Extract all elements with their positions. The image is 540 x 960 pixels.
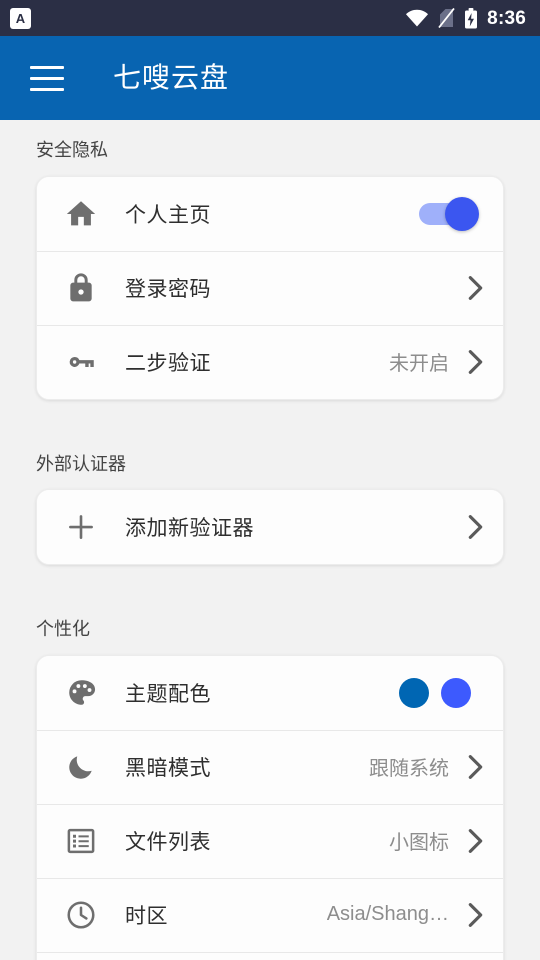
settings-row-value: 小图标 [389,832,449,855]
section-title-security: 安全隐私 [36,140,108,160]
settings-row-value: 跟随系统 [369,758,449,781]
status-bar-indicators: 8:36 [405,7,526,29]
app-bar: 七嗖云盘 [0,36,540,120]
home-icon [37,197,125,231]
chevron-right-icon [465,349,485,375]
status-bar: A 8:36 [0,0,540,36]
list-icon [37,826,125,856]
key-icon [37,345,125,379]
theme-color-dots [399,677,471,708]
personal-homepage-toggle[interactable] [419,196,479,231]
app-notification-icon: A [10,7,31,29]
settings-content[interactable]: 安全隐私 个人主页 登录密码 二步验证 未开启 外部认证器 添加新验证器 个性化… [0,120,540,960]
settings-row-two-step-verification[interactable]: 二步验证 未开启 [37,324,503,399]
theme-color-swatch-accent[interactable] [441,677,471,708]
settings-card-external-authenticator: 添加新验证器 [36,489,504,566]
settings-row-theme-color[interactable]: 主题配色 [37,655,503,730]
section-title-external-authenticator: 外部认证器 [36,453,126,474]
settings-row-label: 文件列表 [125,830,211,854]
status-bar-notifications: A [10,7,31,29]
hamburger-menu-icon[interactable] [24,55,70,101]
settings-row-label: 个人主页 [125,203,211,227]
chevron-right-icon [465,828,485,854]
app-screen: A 8:36 七嗖云盘 安全隐私 个人主页 登录密码 二步验证 未开启 外部认证… [0,0,540,960]
moon-icon [37,751,125,783]
settings-row-label: 添加新验证器 [125,517,254,541]
no-sim-icon [438,8,455,28]
settings-row-dark-mode[interactable]: 黑暗模式 跟随系统 [37,729,503,804]
settings-card-personalization: 主题配色 黑暗模式 跟随系统 文件列表 小图标 时区 Asia/Shang… [36,654,504,960]
settings-row-partial[interactable] [37,951,503,960]
chevron-right-icon [465,902,485,928]
plus-icon [37,512,125,542]
app-notification-letter: A [15,10,26,26]
wifi-icon [406,9,429,27]
settings-row-label: 二步验证 [125,351,211,375]
lock-icon [37,272,125,304]
settings-row-add-authenticator[interactable]: 添加新验证器 [37,490,503,565]
settings-row-label: 主题配色 [125,682,211,706]
status-bar-clock: 8:36 [487,7,526,29]
settings-row-label: 登录密码 [125,277,211,301]
chevron-right-icon [465,754,485,780]
toggle-thumb [445,196,479,231]
settings-row-personal-homepage[interactable]: 个人主页 [37,176,503,251]
palette-icon [37,677,125,708]
settings-row-value: Asia/Shang… [326,903,449,926]
settings-row-login-password[interactable]: 登录密码 [37,250,503,325]
page-title: 七嗖云盘 [113,62,230,93]
section-title-personalization: 个性化 [36,619,90,640]
chevron-right-icon [465,514,485,540]
clock-icon [37,899,125,931]
settings-row-label: 黑暗模式 [125,756,211,780]
settings-row-label: 时区 [125,904,168,928]
settings-row-value: 未开启 [389,353,449,376]
settings-card-security: 个人主页 登录密码 二步验证 未开启 [36,175,504,400]
theme-color-swatch-primary[interactable] [399,677,429,708]
settings-row-file-list[interactable]: 文件列表 小图标 [37,803,503,878]
battery-charging-icon [465,7,478,28]
settings-row-timezone[interactable]: 时区 Asia/Shang… [37,877,503,952]
chevron-right-icon [465,275,485,301]
